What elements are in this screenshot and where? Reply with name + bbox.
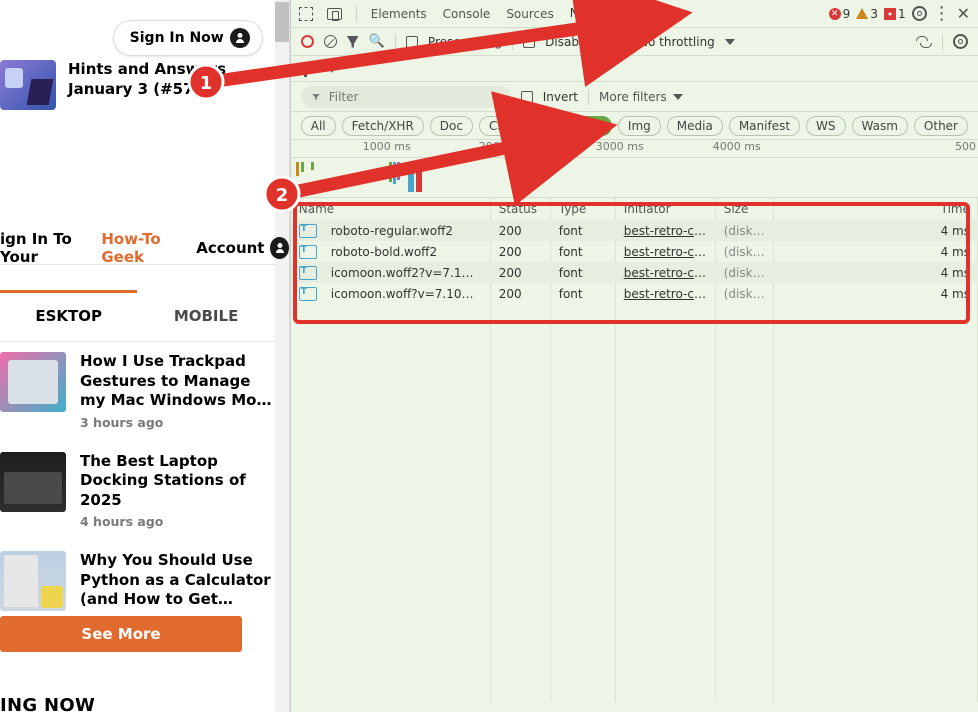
close-icon[interactable]: ✕ [957, 4, 970, 23]
file-icon [299, 245, 317, 259]
devtools-tabbar: Elements Console Sources Network » ✕9 3 … [291, 0, 978, 28]
article-item[interactable]: The Best Laptop Docking Stations of 2025… [0, 444, 275, 544]
filter-toggle-icon[interactable] [347, 36, 359, 48]
gear-icon[interactable] [953, 34, 968, 49]
table-header[interactable]: NameStatusTypeInitiatorSizeTime [291, 198, 978, 220]
devtools-pane: Elements Console Sources Network » ✕9 3 … [290, 0, 978, 712]
sign-in-now-label: Sign In Now [130, 30, 224, 46]
file-icon [299, 287, 317, 301]
more-menu-icon[interactable]: ⋮ [933, 5, 951, 23]
inspect-element-icon[interactable] [299, 7, 313, 21]
chip-fetch[interactable]: Fetch/XHR [342, 116, 424, 136]
chip-doc[interactable]: Doc [430, 116, 473, 136]
filter-input[interactable]: Filter [301, 86, 511, 108]
network-conditions-icon[interactable] [916, 36, 932, 48]
chip-ws[interactable]: WS [806, 116, 845, 136]
user-avatar-icon [270, 237, 288, 259]
chip-all[interactable]: All [301, 116, 336, 136]
filter-bar: Filter Invert More filters [291, 82, 978, 112]
filter-placeholder: Filter [329, 90, 359, 104]
device-toggle-icon[interactable] [327, 8, 342, 20]
sign-in-now-button[interactable]: Sign In Now [113, 20, 263, 56]
table-row[interactable]: icomoon.woff2?v=7.10.31 200font best-ret… [291, 262, 978, 283]
chip-font[interactable]: Font [566, 116, 612, 136]
chevron-down-icon[interactable] [725, 39, 735, 45]
article-title: How I Use Trackpad Gestures to Manage my… [80, 352, 275, 411]
record-icon[interactable] [301, 35, 314, 48]
initiator-link[interactable]: best-retro-console [616, 287, 716, 301]
trending-heading: ING NOW [0, 695, 95, 712]
gear-icon[interactable] [912, 6, 927, 21]
export-har-icon[interactable] [301, 64, 311, 73]
network-controls: 🔍 Preserve log Disable cache No throttli… [291, 28, 978, 56]
chip-img[interactable]: Img [618, 116, 661, 136]
warning-badge[interactable]: 3 [856, 7, 878, 21]
table-row[interactable]: icomoon.woff?v=7.10.31 200font best-retr… [291, 283, 978, 304]
chip-media[interactable]: Media [667, 116, 723, 136]
vertical-scrollbar[interactable] [275, 0, 289, 712]
invert-checkbox[interactable] [521, 91, 533, 103]
tab-network[interactable]: Network [570, 6, 620, 27]
invert-label: Invert [543, 90, 578, 104]
article-thumbnail [0, 452, 66, 512]
user-avatar-icon [230, 28, 250, 48]
chip-other[interactable]: Other [914, 116, 968, 136]
search-icon[interactable]: 🔍 [369, 34, 385, 49]
disable-cache-label: Disable cache [545, 35, 629, 49]
preserve-log-label: Preserve log [428, 35, 502, 49]
import-har-icon[interactable] [327, 64, 337, 73]
chip-css[interactable]: CSS [479, 116, 523, 136]
platform-tabs: ESKTOP MOBILE [0, 290, 275, 342]
file-icon [299, 224, 317, 238]
table-row[interactable]: roboto-bold.woff2 200font best-retro-con… [291, 241, 978, 262]
article-item[interactable]: How I Use Trackpad Gestures to Manage my… [0, 344, 275, 444]
tab-desktop[interactable]: ESKTOP [0, 290, 137, 341]
feature-article[interactable]: Hints and Answers January 3 (#572) [0, 60, 226, 110]
table-row[interactable]: roboto-regular.woff2 200font best-retro-… [291, 220, 978, 241]
disable-cache-checkbox[interactable] [523, 36, 535, 48]
network-table: NameStatusTypeInitiatorSizeTime roboto-r… [291, 198, 978, 702]
initiator-link[interactable]: best-retro-console [616, 266, 716, 280]
feature-title: Hints and Answers January 3 (#572) [68, 60, 226, 110]
article-title: The Best Laptop Docking Stations of 2025 [80, 452, 275, 511]
article-thumbnail [0, 352, 66, 412]
chip-wasm[interactable]: Wasm [852, 116, 908, 136]
more-tabs-icon[interactable]: » [634, 7, 642, 21]
tab-mobile[interactable]: MOBILE [137, 290, 274, 341]
type-filter-chips: All Fetch/XHR Doc CSS JS Font Img Media … [291, 112, 978, 140]
clear-icon[interactable] [324, 35, 337, 48]
table-body: roboto-regular.woff2 200font best-retro-… [291, 220, 978, 304]
chip-js[interactable]: JS [529, 116, 560, 136]
chip-manifest[interactable]: Manifest [729, 116, 800, 136]
feature-thumbnail [0, 60, 56, 110]
article-thumbnail [0, 551, 66, 611]
file-icon [299, 266, 317, 280]
initiator-link[interactable]: best-retro-console [616, 224, 716, 238]
article-timestamp: 4 hours ago [80, 514, 275, 529]
import-export-bar [291, 56, 978, 82]
see-more-button[interactable]: See More [0, 616, 242, 652]
initiator-link[interactable]: best-retro-console [616, 245, 716, 259]
article-title: Why You Should Use Python as a Calculato… [80, 551, 275, 610]
timeline-overview[interactable]: 1000 ms 2000 ms 3000 ms 4000 ms 500 [291, 140, 978, 198]
issue-badge[interactable]: 1 [884, 7, 906, 21]
tab-elements[interactable]: Elements [371, 7, 427, 21]
more-filters-button[interactable]: More filters [599, 90, 683, 104]
sign-in-prompt[interactable]: ign In To Your How-To Geek Account [0, 230, 289, 266]
tab-console[interactable]: Console [443, 7, 491, 21]
website-pane: Sign In Now Hints and Answers January 3 … [0, 0, 290, 712]
brand-name: How-To Geek [101, 230, 190, 266]
divider [0, 264, 275, 265]
throttling-select[interactable]: No throttling [639, 35, 715, 49]
preserve-log-checkbox[interactable] [406, 36, 418, 48]
tab-sources[interactable]: Sources [506, 7, 553, 21]
error-badge[interactable]: ✕9 [829, 7, 851, 21]
article-list: How I Use Trackpad Gestures to Manage my… [0, 344, 275, 643]
article-timestamp: 3 hours ago [80, 415, 275, 430]
